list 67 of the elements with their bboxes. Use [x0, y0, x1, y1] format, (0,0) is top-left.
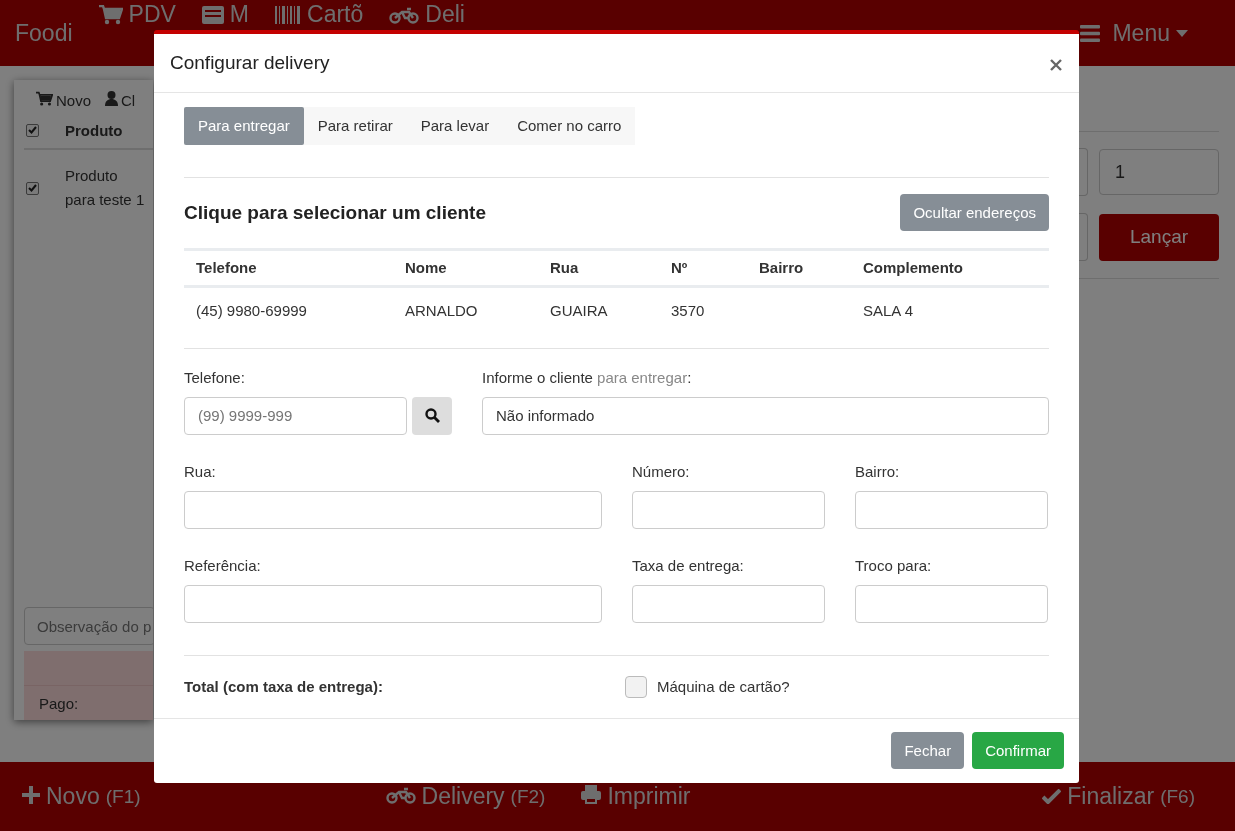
input-field[interactable] — [632, 490, 825, 529]
toolbar-button[interactable]: Cl — [121, 91, 136, 109]
total-label: Total (com taxa de entrega): — [184, 678, 384, 696]
app-brand[interactable]: Foodi — [15, 19, 73, 47]
column-header: Telefone — [184, 249, 393, 287]
confirm-button[interactable]: Confirmar — [972, 732, 1064, 770]
barcode-icon — [275, 5, 301, 24]
hide-addresses-button[interactable]: Ocultar endereços — [900, 194, 1049, 232]
column-header: Produto — [65, 121, 123, 139]
column-header: Rua — [538, 249, 659, 287]
checkbox[interactable] — [26, 181, 39, 195]
field-label: Informe o cliente para entregar: — [482, 368, 693, 388]
input-field[interactable] — [184, 584, 602, 623]
phone-field[interactable]: (99) 9999-999 — [184, 396, 407, 435]
tab[interactable]: Para retirar — [303, 106, 407, 145]
close-button[interactable]: Fechar — [891, 732, 965, 770]
tab[interactable]: Comer no carro — [503, 106, 636, 145]
user-icon — [105, 91, 119, 109]
section-title: Clique para selecionar um cliente — [184, 201, 486, 224]
field-label: Número: — [632, 462, 691, 482]
table-cell[interactable]: ARNALDO — [405, 302, 478, 320]
client-field[interactable]: Não informado — [482, 396, 1049, 435]
footer-action[interactable]: Imprimir — [581, 783, 691, 810]
launch-button[interactable]: Lançar — [1099, 213, 1219, 261]
search-button[interactable] — [412, 396, 452, 435]
input-field[interactable] — [855, 584, 1048, 623]
checkbox-label: Máquina de cartão? — [657, 678, 790, 696]
input-field[interactable] — [184, 490, 602, 529]
cart-icon — [98, 4, 123, 25]
column-header: Nº — [659, 249, 747, 287]
footer-action[interactable]: Novo (F1) — [22, 783, 141, 810]
nav-link[interactable]: Cartõ — [307, 1, 364, 28]
footer-action[interactable]: Finalizar (F6) — [1042, 783, 1195, 810]
column-header: Bairro — [747, 249, 851, 287]
nav-link[interactable]: Deli — [425, 1, 465, 28]
menu-toggle[interactable]: Menu — [1112, 19, 1170, 47]
toolbar-button[interactable]: Novo — [56, 91, 92, 109]
dialog-title: Configurar delivery — [170, 51, 331, 74]
list-icon — [201, 5, 224, 24]
nav-link[interactable]: M — [229, 1, 249, 28]
table-cell[interactable]: 3570 — [671, 302, 705, 320]
field-label: Taxa de entrega: — [632, 556, 745, 576]
nav-link[interactable]: PDV — [128, 1, 176, 28]
footer-action[interactable]: Delivery (F2) — [385, 783, 546, 810]
search-icon — [424, 408, 440, 424]
paid-label: Pago: — [39, 694, 79, 712]
field-label: Bairro: — [855, 462, 901, 482]
tab[interactable]: Para entregar — [184, 106, 304, 145]
tab[interactable]: Para levar — [406, 106, 504, 145]
field-label: Referência: — [184, 556, 262, 576]
table-cell[interactable]: GUAIRA — [550, 302, 608, 320]
column-header: Nome — [393, 249, 538, 287]
checkbox[interactable] — [26, 123, 39, 137]
input-field[interactable] — [632, 584, 825, 623]
quantity-field[interactable]: 1 — [1099, 149, 1219, 195]
caret-icon — [1176, 29, 1188, 37]
field-label: Rua: — [184, 462, 217, 482]
checkbox[interactable] — [625, 675, 647, 698]
table-cell[interactable]: SALA 4 — [863, 302, 914, 320]
motorcycle-icon — [389, 5, 420, 24]
field-label: Telefone: — [184, 368, 246, 388]
menu-icon — [1080, 24, 1101, 42]
product-name: Produto para teste 1 — [65, 166, 145, 210]
input-field[interactable] — [855, 490, 1048, 529]
field-label: Troco para: — [855, 556, 933, 576]
column-header: Complemento — [851, 249, 1049, 287]
table-cell[interactable]: (45) 9980-69999 — [196, 302, 307, 320]
